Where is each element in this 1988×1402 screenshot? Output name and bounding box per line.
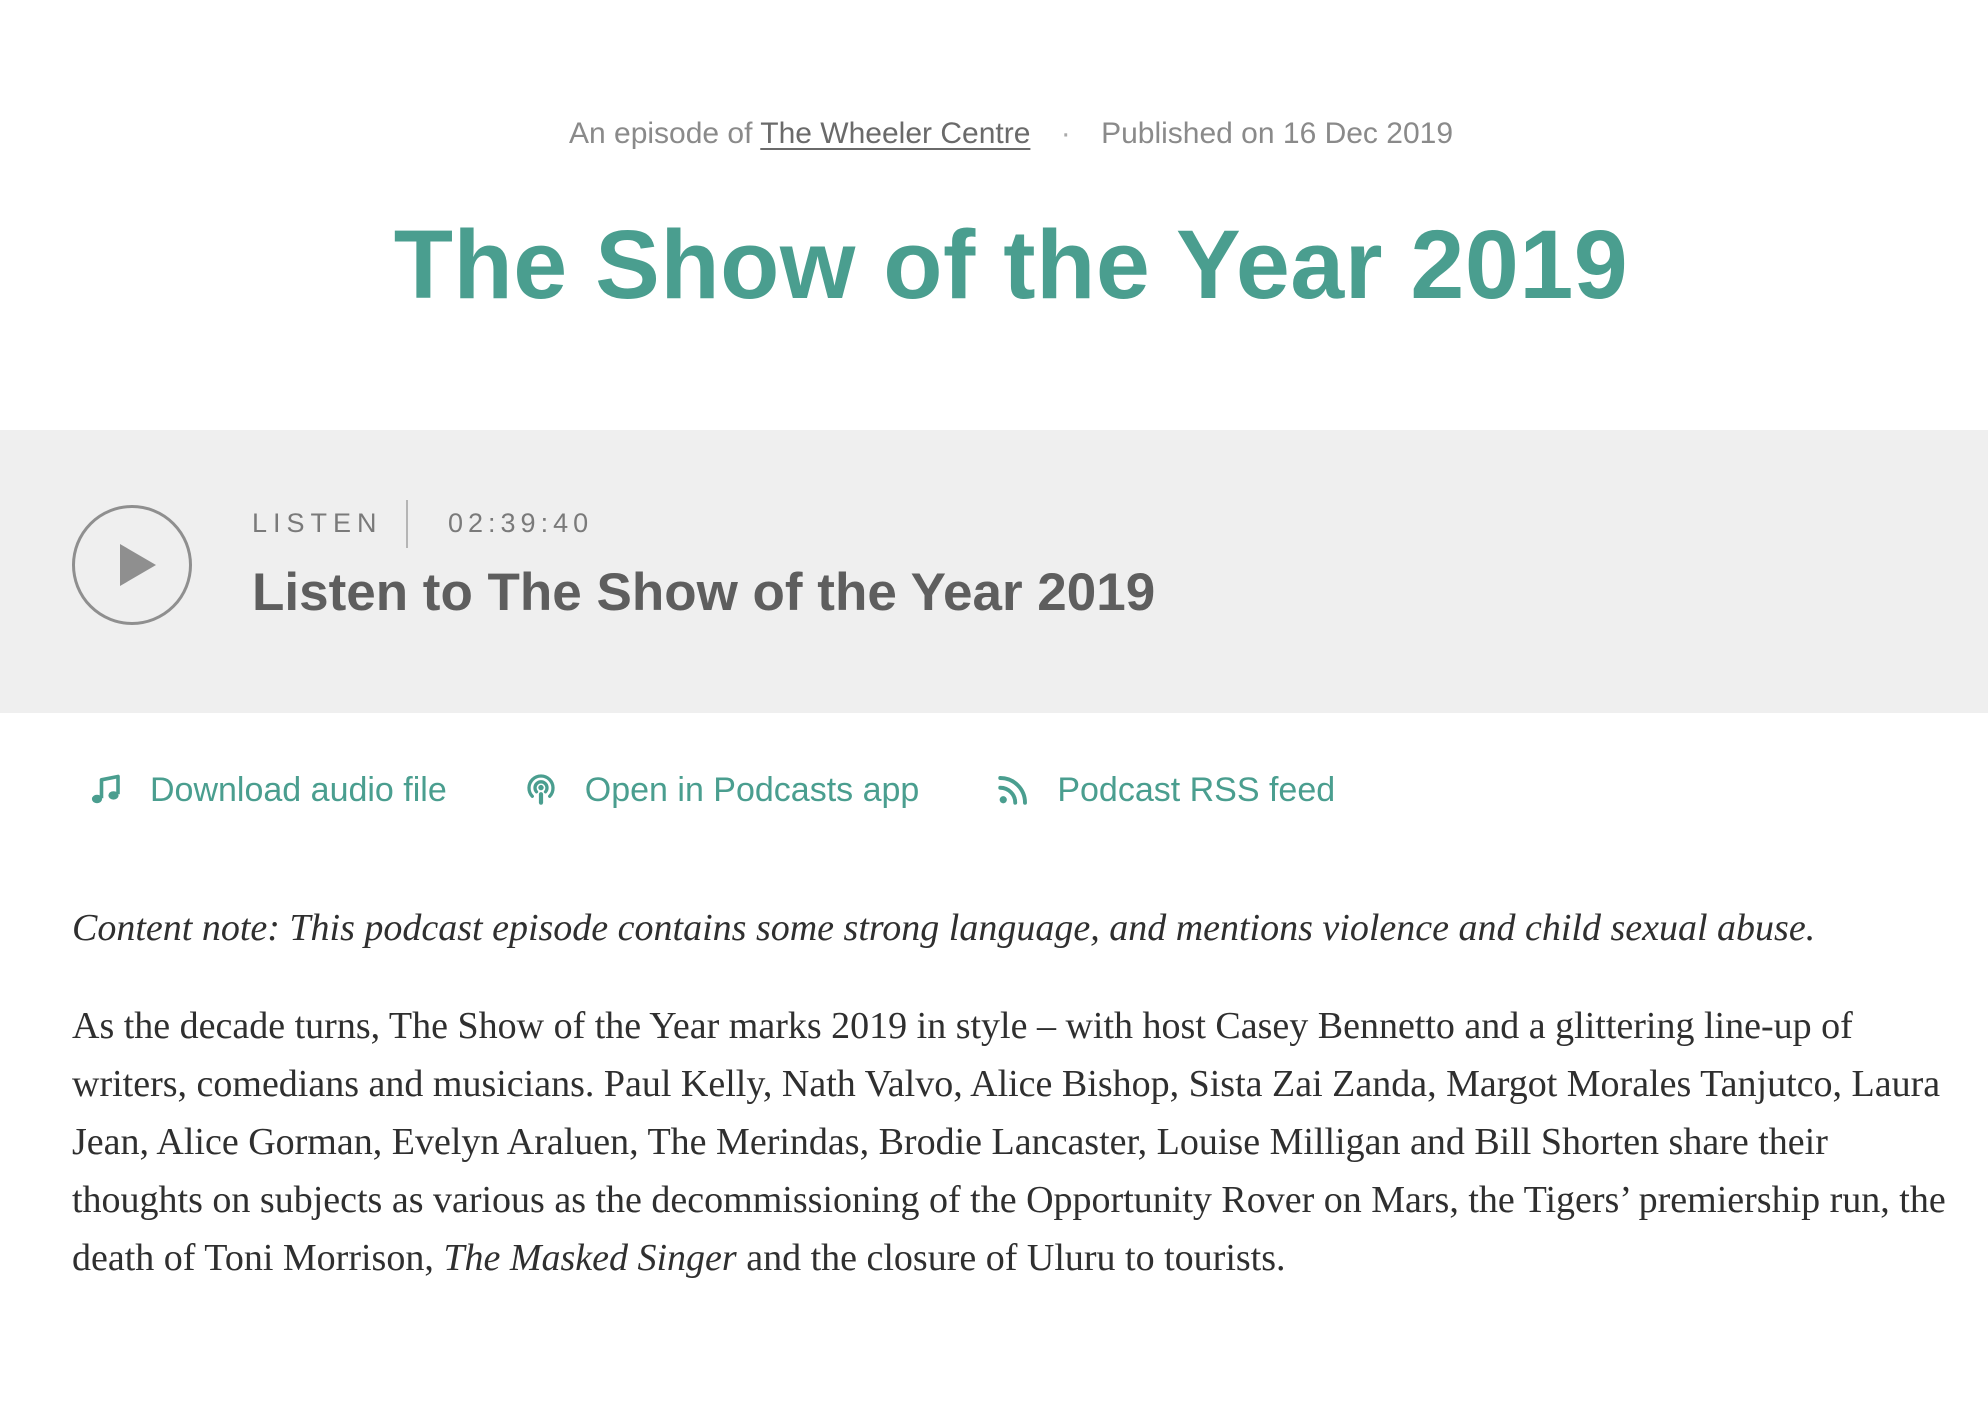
content-note: Content note: This podcast episode conta…	[72, 907, 1816, 949]
meta-separator: ·	[1060, 117, 1071, 150]
music-note-icon	[88, 772, 124, 808]
rss-icon	[995, 772, 1031, 808]
download-audio-label: Download audio file	[150, 770, 447, 809]
player-divider	[406, 500, 408, 548]
description-text-2: and the closure of Uluru to tourists.	[746, 1237, 1286, 1279]
page-title: The Show of the Year 2019	[393, 210, 1629, 319]
podcast-icon	[523, 772, 559, 808]
description-italic-title: The Masked Singer	[443, 1237, 737, 1279]
rss-feed-label: Podcast RSS feed	[1057, 770, 1336, 809]
episode-meta: An episode of The Wheeler Centre · Publi…	[0, 114, 1988, 154]
open-podcasts-label: Open in Podcasts app	[584, 770, 920, 809]
episode-links: Download audio file Open in Podcasts app…	[88, 765, 1411, 815]
audio-player: LISTEN 02:39:40 Listen to The Show of th…	[0, 430, 1988, 713]
episode-duration: 02:39:40	[448, 508, 594, 538]
play-icon	[120, 544, 156, 586]
episode-of-label: An episode of	[568, 117, 753, 150]
listen-label: LISTEN	[252, 508, 383, 538]
rss-feed-link[interactable]: Podcast RSS feed	[995, 771, 1335, 810]
published-date: Published on 16 Dec 2019	[1101, 117, 1454, 150]
show-link[interactable]: The Wheeler Centre	[760, 117, 1030, 150]
player-title: Listen to The Show of the Year 2019	[252, 563, 1156, 622]
download-audio-link[interactable]: Download audio file	[88, 771, 447, 810]
episode-description: As the decade turns, The Show of the Yea…	[72, 997, 1952, 1287]
open-podcasts-link[interactable]: Open in Podcasts app	[523, 770, 920, 810]
play-button[interactable]	[72, 505, 192, 625]
